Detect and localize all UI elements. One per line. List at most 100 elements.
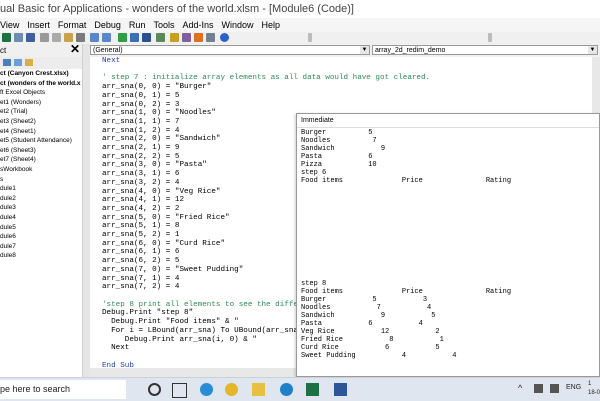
tree-node[interactable]: s (0, 175, 82, 185)
task-view-icon[interactable] (172, 383, 187, 398)
tree-node[interactable]: ft Excel Objects (0, 88, 82, 98)
cortana-icon[interactable] (148, 383, 161, 396)
menu-debug[interactable]: Debug (94, 18, 121, 32)
clock-time: 1 (588, 381, 592, 387)
chrome-icon[interactable] (225, 383, 238, 396)
object-combo-value: (General) (93, 47, 123, 54)
break-icon[interactable] (130, 33, 139, 42)
view-excel-icon[interactable] (2, 33, 11, 42)
immediate-line: Food items Price Rating (301, 176, 512, 185)
tree-node[interactable]: et2 (Trial) (0, 107, 82, 117)
file-explorer-icon[interactable] (252, 383, 265, 396)
immediate-line (301, 273, 511, 281)
tree-node[interactable]: dule6 (0, 232, 82, 242)
object-browser-icon[interactable] (194, 33, 203, 42)
word-icon[interactable] (334, 383, 347, 396)
immediate-line (301, 265, 511, 273)
reset-icon[interactable] (142, 33, 151, 42)
view-code-icon[interactable] (3, 59, 11, 66)
properties-icon[interactable] (182, 33, 191, 42)
close-icon[interactable]: ✕ (70, 43, 80, 56)
immediate-line (301, 202, 511, 210)
tree-node[interactable]: ct (Canyon Crest.xlsx) (0, 69, 82, 79)
tree-node[interactable]: et6 (Sheet3) (0, 146, 82, 156)
code-line[interactable]: arr_sna(0, 2) = 3 (102, 101, 430, 110)
cut-icon[interactable] (40, 33, 49, 42)
tree-node[interactable]: dule1 (0, 184, 82, 194)
immediate-line (301, 217, 511, 225)
object-combo[interactable]: (General) ▼ (90, 45, 370, 55)
immediate-line: Pizza 10 (301, 160, 377, 169)
immediate-output[interactable]: Burger 5 Noodles 7 Sandwich 9 Pasta 6 Pizza … (301, 129, 512, 361)
design-mode-icon[interactable] (156, 33, 165, 42)
tree-node[interactable]: et7 (Sheet4) (0, 155, 82, 165)
immediate-line (301, 233, 511, 241)
toggle-folders-icon[interactable] (25, 59, 33, 66)
immediate-line (301, 249, 511, 257)
code-line[interactable]: arr_sna(0, 0) = "Burger" (102, 83, 430, 92)
menu-help[interactable]: Help (262, 18, 281, 32)
clock[interactable]: 1 18-0 (588, 380, 600, 398)
menu-insert[interactable]: Insert (27, 18, 50, 32)
find-icon[interactable] (76, 33, 85, 42)
immediate-line: Sweet Pudding 4 4 (301, 351, 457, 360)
taskbar: pe here to search ^ ENG 1 18-0 (0, 377, 600, 401)
tree-node[interactable]: dule2 (0, 194, 82, 204)
tree-node[interactable]: dule7 (0, 242, 82, 252)
volume-icon[interactable] (550, 384, 559, 393)
run-icon[interactable] (118, 33, 127, 42)
code-line[interactable]: Next (102, 57, 430, 66)
tree-node[interactable]: sWorkbook (0, 165, 82, 175)
language-indicator[interactable]: ENG (566, 384, 581, 391)
code-line[interactable]: arr_sna(0, 1) = 5 (102, 92, 430, 101)
save-icon[interactable] (26, 33, 35, 42)
menu-view[interactable]: View (0, 18, 19, 32)
chevron-down-icon[interactable]: ▼ (588, 46, 597, 54)
excel-icon[interactable] (306, 383, 319, 396)
menu-tools[interactable]: Tools (153, 18, 174, 32)
view-object-icon[interactable] (14, 59, 22, 66)
tray-overflow-icon[interactable]: ^ (518, 383, 522, 393)
code-line[interactable] (102, 66, 430, 75)
menu-run[interactable]: Run (129, 18, 146, 32)
help-icon[interactable] (220, 33, 229, 42)
tree-node[interactable]: dule4 (0, 213, 82, 223)
immediate-line (301, 257, 511, 265)
procedure-combo[interactable]: array_2d_redim_demo ▼ (372, 45, 598, 55)
redo-icon[interactable] (102, 33, 111, 42)
immediate-window[interactable]: Immediate Burger 5 Noodles 7 Sandwich 9 Pas… (296, 113, 600, 377)
taskbar-search[interactable]: pe here to search (0, 380, 126, 399)
taskbar-search-text: pe here to search (0, 384, 71, 394)
tree-node[interactable]: dule3 (0, 203, 82, 213)
code-window-header: (General) ▼ array_2d_redim_demo ▼ (90, 44, 600, 57)
paste-icon[interactable] (64, 33, 73, 42)
menu-add-ins[interactable]: Add-Ins (182, 18, 213, 32)
menu-window[interactable]: Window (221, 18, 253, 32)
tree-node[interactable]: ct (wonders of the world.x (0, 79, 82, 89)
clock-date: 18-0 (588, 390, 600, 396)
toolbar-overflow-icon[interactable] (308, 33, 312, 42)
toolbar-overflow-icon[interactable] (488, 33, 492, 42)
immediate-window-title: Immediate (297, 114, 599, 128)
project-explorer-header: ct ✕ (0, 43, 82, 58)
edge-icon[interactable] (280, 383, 293, 396)
tree-node[interactable]: dule5 (0, 223, 82, 233)
tree-node[interactable]: et1 (Wonders) (0, 98, 82, 108)
immediate-line (301, 241, 511, 249)
tree-node[interactable]: dule8 (0, 251, 82, 261)
tree-node[interactable]: et5 (Student Attendance) (0, 136, 82, 146)
project-explorer-icon[interactable] (170, 33, 179, 42)
network-icon[interactable] (534, 384, 543, 393)
tree-node[interactable]: et4 (Sheet1) (0, 127, 82, 137)
edge-icon[interactable] (200, 383, 213, 396)
procedure-combo-value: array_2d_redim_demo (375, 47, 446, 54)
copy-icon[interactable] (52, 33, 61, 42)
code-line[interactable]: ' step 7 : initialize array elements as … (102, 74, 430, 83)
tree-node[interactable]: et3 (Sheet2) (0, 117, 82, 127)
menu-format[interactable]: Format (58, 18, 87, 32)
insert-module-icon[interactable] (14, 33, 23, 42)
chevron-down-icon[interactable]: ▼ (360, 46, 369, 54)
undo-icon[interactable] (90, 33, 99, 42)
toolbox-icon[interactable] (206, 33, 215, 42)
immediate-line (301, 225, 511, 233)
